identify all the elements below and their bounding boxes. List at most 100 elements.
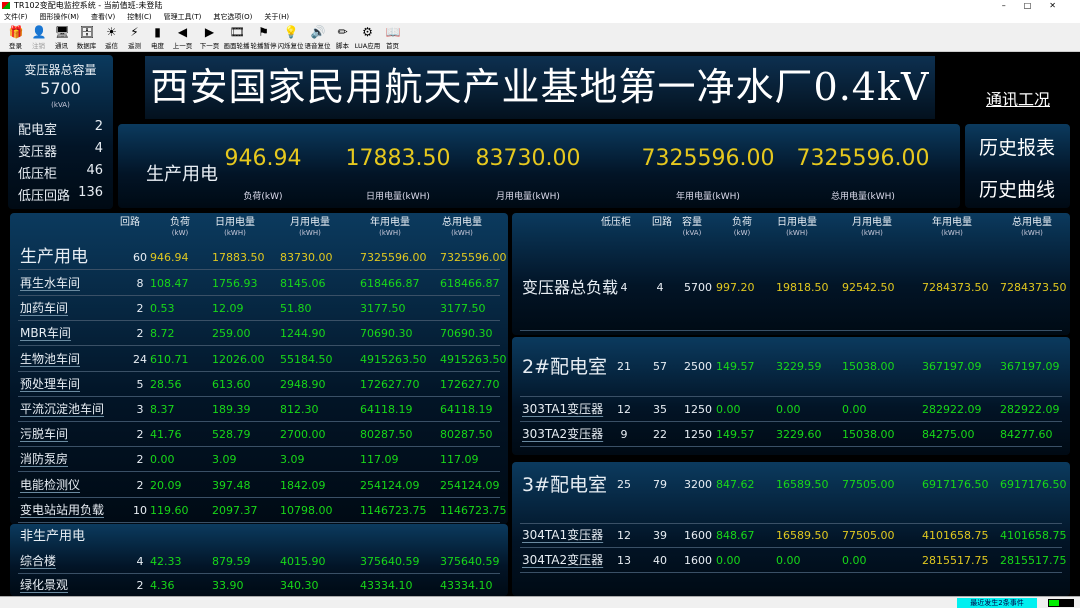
toolbar-button[interactable]: ▶ 下一页 xyxy=(196,23,223,51)
toolbar-button[interactable]: ◀ 上一页 xyxy=(169,23,196,51)
summary-panel: 变压器总容量 5700 (kVA) 配电室 2 变压器 4 低压柜 46 低压回路 13… xyxy=(8,55,113,209)
cell-value: 92542.50 xyxy=(842,281,895,294)
header-unit: (kWH) xyxy=(786,229,808,237)
toolbar-button[interactable]: ⚡ 遥测 xyxy=(123,23,146,51)
room2-table: 2#配电室 21 57 2500 149.57 3229.59 15038.00 367197… xyxy=(512,337,1070,455)
cell-value: 375640.59 xyxy=(360,555,420,568)
column-header: 月用电量 (kWH) xyxy=(842,217,902,239)
row-name-link[interactable]: 变电站站用负载 xyxy=(20,498,104,523)
cell-value: 7284373.50 xyxy=(1000,281,1067,294)
cell-value: 8.37 xyxy=(150,403,175,416)
toolbar-label: 首页 xyxy=(386,42,399,50)
header-unit: (kWH) xyxy=(941,229,963,237)
menu-item[interactable]: 管理工具(T) xyxy=(164,11,202,23)
cell-value: 43334.10 xyxy=(360,579,413,592)
menu-item[interactable]: 其它选项(O) xyxy=(213,11,252,23)
row-name-link[interactable]: 303TA1变压器 xyxy=(522,397,603,422)
menu-item[interactable]: 控制(C) xyxy=(127,11,151,23)
header-unit: (kWH) xyxy=(861,229,883,237)
room3-table: 3#配电室 25 79 3200 847.62 16589.50 77505.00 69171… xyxy=(512,462,1070,596)
cell-value: 15038.00 xyxy=(842,360,895,373)
row-name-link[interactable]: 消防泵房 xyxy=(20,447,68,472)
row-name-link[interactable]: 综合楼 xyxy=(20,549,56,574)
toolbar-button[interactable]: ⚑ 轮播暂停 xyxy=(250,23,277,51)
cell-value: 43334.10 xyxy=(440,579,493,592)
summary-value: 136 xyxy=(78,185,103,200)
comm-status-link[interactable]: 通讯工况 xyxy=(968,86,1068,110)
menu-item[interactable]: 关于(H) xyxy=(264,11,289,23)
row-name-link[interactable]: 加药车间 xyxy=(20,296,68,321)
cell-value: 83730.00 xyxy=(280,251,333,264)
menu-item[interactable]: 文件(F) xyxy=(4,11,28,23)
cell-value: 55184.50 xyxy=(280,352,333,366)
row-name-link[interactable]: 303TA2变压器 xyxy=(522,422,603,447)
row-name-link[interactable]: 电能检测仪 xyxy=(20,473,80,498)
menu-bar: 文件(F) 图形操作(M) 查看(V) 控制(C) 管理工具(T) 其它选项(O) 关于(H… xyxy=(0,11,1080,23)
table-row: 加药车间 2 0.53 12.09 51.80 3177.50 3177.50 xyxy=(18,296,500,322)
toolbar-button[interactable]: ⚙ LUA应用 xyxy=(354,23,381,51)
toolbar-label: 电度 xyxy=(151,42,164,50)
summary-value: 2 xyxy=(94,119,103,134)
summary-item: 变压器 4 xyxy=(18,141,103,160)
toolbar-button[interactable]: ✏ 脚本 xyxy=(331,23,354,51)
toolbar-button[interactable]: 👤 注销 xyxy=(27,23,50,51)
table-row: 预处理车间 5 28.56 613.60 2948.90 172627.70 172627.… xyxy=(18,372,500,397)
stat-value: 7325596.00 xyxy=(641,146,775,171)
row-name-link[interactable]: 生物池车间 xyxy=(20,347,80,372)
row-name-link[interactable]: 304TA1变压器 xyxy=(522,523,603,548)
menu-item[interactable]: 图形操作(M) xyxy=(40,11,80,23)
cell-value: 0.00 xyxy=(716,403,741,416)
window-controls[interactable]: –□✕ xyxy=(1002,0,1074,11)
cell-value: 41.76 xyxy=(150,428,182,442)
row-name-link[interactable]: MBR车间 xyxy=(20,321,71,346)
row-name-link[interactable]: 绿化景观 xyxy=(20,573,68,598)
toolbar-button[interactable]: 🎁 登录 xyxy=(4,23,27,51)
event-indicator[interactable]: 最近发生2条事件 xyxy=(957,598,1037,608)
toolbar-button[interactable]: 💡 闪烁复位 xyxy=(277,23,304,51)
toolbar-label: 登录 xyxy=(9,42,22,50)
row-name-link[interactable]: 304TA2变压器 xyxy=(522,548,603,573)
cell-value: 70690.30 xyxy=(360,327,413,341)
header-unit: (kWH) xyxy=(224,229,246,237)
toolbar-button[interactable]: 🗄 数据库 xyxy=(73,23,100,51)
cell-value: 618466.87 xyxy=(360,277,420,290)
toolbar-button[interactable]: 📖 首页 xyxy=(381,23,404,51)
row-name-link[interactable]: 污脱车间 xyxy=(20,422,68,447)
history-report-button[interactable]: 历史报表 xyxy=(967,133,1067,160)
toolbar-button[interactable]: 🔊 语音复位 xyxy=(304,23,331,51)
production-table: 回路 负荷 (kW) 日用电量 (kWH) 月用电量 (kWH) 年用电量 (kWH) 总用电量(… xyxy=(10,213,508,524)
total-row: 变压器总负载 4 4 5700 997.20 19818.50 92542.50 728437… xyxy=(520,245,1066,331)
stat-caption: 总用电量(kWH) xyxy=(831,192,895,202)
summary-label: 配电室 xyxy=(18,123,58,138)
header-title: 回路 xyxy=(120,217,140,228)
table-row: 304TA1变压器 12 39 1600 848.67 16589.50 77505.00 4… xyxy=(520,523,1066,548)
table-row: 污脱车间 2 41.76 528.79 2700.00 80287.50 80287.50 xyxy=(18,422,500,448)
table-row: 303TA2变压器 9 22 1250 149.57 3229.60 15038.00 842… xyxy=(520,422,1062,447)
row-name-link[interactable]: 再生水车间 xyxy=(20,271,80,296)
transformer-total-table: 低压柜 回路 容量 (kVA) 负荷 (kW) 日用电量 (kWH) 月用电量 (kWH) 年用电量… xyxy=(512,213,1070,335)
row-name-link[interactable]: 平流沉淀池车间 xyxy=(20,397,104,422)
table-row: 再生水车间 8 108.47 1756.93 8145.06 618466.87 61846… xyxy=(18,271,500,296)
column-header: 负荷 (kW) xyxy=(712,217,772,239)
history-curve-button[interactable]: 历史曲线 xyxy=(967,175,1067,202)
row-name-link[interactable]: 预处理车间 xyxy=(20,372,80,397)
table-row: 303TA1变压器 12 35 1250 0.00 0.00 0.00 282922.09 28… xyxy=(520,397,1062,422)
cell-value: 4101658.75 xyxy=(922,529,989,542)
summary-label: 低压回路 xyxy=(18,189,71,204)
group-name: 生产用电 xyxy=(20,247,88,267)
toolbar-label: 上一页 xyxy=(172,42,193,50)
system-title-banner: 西安国家民用航天产业基地第一净水厂0.4kV能源管理系统 xyxy=(145,56,935,172)
toolbar-button[interactable]: 🖥 通讯 xyxy=(50,23,73,51)
sun-icon: ☀ xyxy=(106,25,117,39)
header-unit: (kW) xyxy=(733,229,751,237)
cell-value: 0.53 xyxy=(150,302,175,316)
toolbar-button[interactable]: ▮ 电度 xyxy=(146,23,169,51)
toolbar-button[interactable]: 🎞 画面轮播 xyxy=(223,23,250,51)
menu-item[interactable]: 查看(V) xyxy=(91,11,115,23)
toolbar-button[interactable]: ☀ 遥信 xyxy=(100,23,123,51)
summary-item: 低压回路 136 xyxy=(18,185,103,204)
room-row: 3#配电室 25 79 3200 847.62 16589.50 77505.00 69171… xyxy=(520,462,1066,524)
history-nav-panel: 历史报表 历史曲线 xyxy=(965,124,1070,208)
column-header: 年用电量 (kWH) xyxy=(922,217,982,239)
cell-value: 149.57 xyxy=(716,428,755,441)
